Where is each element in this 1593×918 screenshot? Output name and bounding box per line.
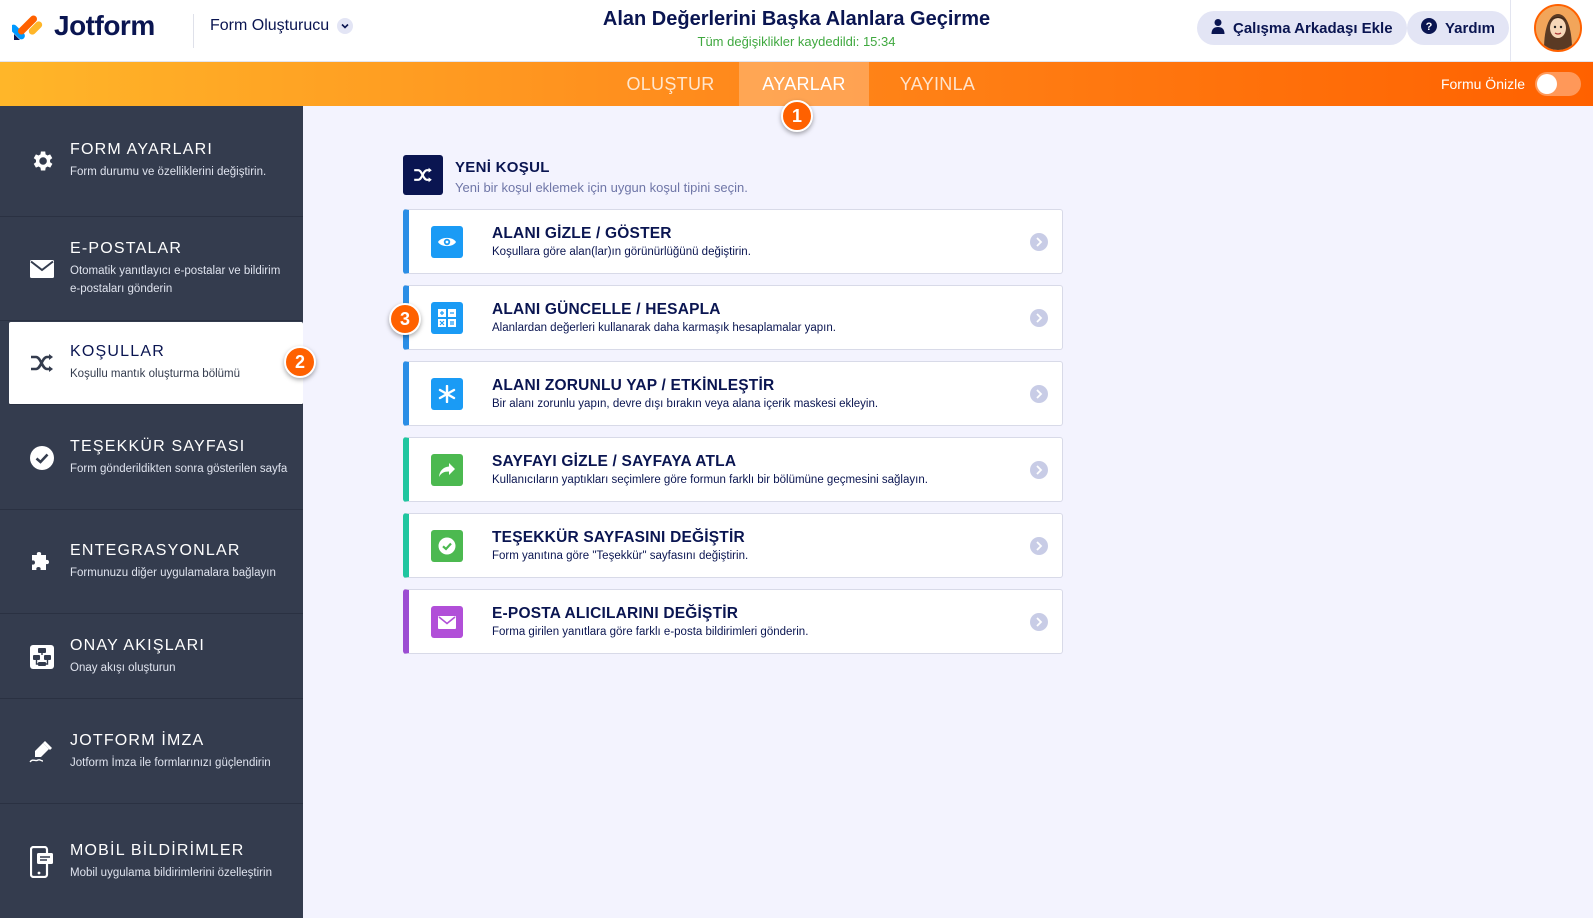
help-icon: ? — [1421, 18, 1437, 38]
mobile-icon — [28, 845, 56, 878]
sidebar-item-title: ENTEGRASYONLAR — [70, 542, 241, 559]
tab-ayarlar[interactable]: AYARLAR — [739, 62, 869, 106]
card-title: ALANI GÜNCELLE / HESAPLA — [492, 301, 721, 318]
sidebar-item-form-settings[interactable]: FORM AYARLARI Form durumu ve özellikleri… — [0, 106, 303, 217]
toggle-knob — [1537, 74, 1557, 94]
sidebar-item-title: KOŞULLAR — [70, 343, 165, 360]
new-condition-title: YENİ KOŞUL — [455, 159, 550, 176]
sidebar-item-thank-you-page[interactable]: TEŞEKKÜR SAYFASI Form gönderildikten son… — [0, 406, 303, 510]
user-icon — [1211, 18, 1225, 38]
share-arrow-icon — [431, 454, 463, 486]
step-badge-1: 1 — [781, 100, 813, 132]
card-desc: Form yanıtına göre "Teşekkür" sayfasını … — [492, 550, 749, 562]
card-desc: Kullanıcıların yaptıkları seçimlere göre… — [492, 474, 928, 486]
svg-text:?: ? — [1426, 21, 1433, 33]
card-title: ALANI ZORUNLU YAP / ETKİNLEŞTİR — [492, 377, 775, 394]
jotform-logo-icon — [10, 10, 44, 42]
card-desc: Alanlardan değerleri kullanarak daha kar… — [492, 322, 836, 334]
envelope-icon — [28, 255, 56, 283]
step-badge-3: 3 — [389, 303, 421, 335]
card-desc: Forma girilen yanıtlara göre farklı e-po… — [492, 626, 809, 638]
chevron-right-icon — [1030, 309, 1048, 327]
condition-card-show-hide[interactable]: ALANI GİZLE / GÖSTER Koşullara göre alan… — [403, 209, 1063, 274]
flow-icon — [28, 643, 56, 671]
sidebar-item-desc: Koşullu mantık oluşturma bölümü — [70, 368, 241, 380]
sidebar-item-desc: Mobil uygulama bildirimlerini özelleştir… — [70, 866, 272, 879]
shuffle-icon — [28, 349, 56, 377]
avatar[interactable] — [1534, 4, 1582, 52]
sidebar-item-desc: Jotform İmza ile formlarınızı güçlendiri… — [70, 756, 271, 769]
card-title: ALANI GİZLE / GÖSTER — [492, 225, 672, 242]
add-collaborator-button[interactable]: Çalışma Arkadaşı Ekle — [1197, 11, 1407, 45]
avatar-divider — [1510, 0, 1511, 62]
condition-card-change-thank-you[interactable]: TEŞEKKÜR SAYFASINI DEĞİŞTİR Form yanıtın… — [403, 513, 1063, 578]
sidebar-item-title: E-POSTALAR — [70, 239, 183, 257]
sidebar-item-desc: Formunuzu diğer uygulamalara bağlayın — [70, 567, 276, 579]
sidebar-item-jotform-sign[interactable]: JOTFORM İMZA Jotform İmza ile formlarını… — [0, 700, 303, 804]
check-circle-icon — [28, 444, 56, 472]
preview-label: Formu Önizle — [1440, 76, 1525, 92]
top-header: Jotform Form Oluşturucu Alan Değerlerini… — [0, 0, 1593, 62]
brand-name: Jotform — [54, 10, 155, 41]
condition-card-update-calculate[interactable]: ALANI GÜNCELLE / HESAPLA Alanlardan değe… — [403, 285, 1063, 350]
add-collaborator-label: Çalışma Arkadaşı Ekle — [1233, 19, 1393, 37]
tab-olustur[interactable]: OLUŞTUR — [611, 62, 730, 106]
step-badge-2: 2 — [284, 346, 316, 378]
card-title: TEŞEKKÜR SAYFASINI DEĞİŞTİR — [492, 529, 745, 546]
chevron-right-icon — [1030, 613, 1048, 631]
tab-yayinla[interactable]: YAYINLA — [880, 62, 995, 106]
sidebar-item-title: TEŞEKKÜR SAYFASI — [70, 437, 246, 455]
card-title: SAYFAYI GİZLE / SAYFAYA ATLA — [492, 453, 737, 470]
calculator-icon — [431, 302, 463, 334]
signature-pen-icon — [28, 738, 56, 766]
chevron-right-icon — [1030, 537, 1048, 555]
sidebar-item-desc: Otomatik yanıtlayıcı e-postalar ve bildi… — [70, 264, 281, 295]
chevron-right-icon — [1030, 233, 1048, 251]
sidebar-item-title: FORM AYARLARI — [70, 141, 214, 158]
help-button[interactable]: ? Yardım — [1407, 11, 1510, 45]
preview-toggle[interactable] — [1535, 72, 1581, 96]
sidebar-item-desc: Form gönderildikten sonra gösterilen say… — [70, 462, 288, 475]
sidebar-item-title: ONAY AKIŞLARI — [70, 636, 206, 654]
form-builder-label: Form Oluşturucu — [210, 17, 330, 34]
card-title: E-POSTA ALICILARINI DEĞİŞTİR — [492, 605, 739, 622]
chevron-right-icon — [1030, 461, 1048, 479]
envelope-icon — [431, 606, 463, 638]
sidebar-item-desc: Onay akışı oluşturun — [70, 661, 176, 674]
form-builder-dropdown[interactable]: Form Oluşturucu — [210, 17, 354, 35]
eye-icon — [431, 226, 463, 258]
header-divider — [193, 14, 194, 48]
shuffle-icon — [403, 155, 443, 195]
help-label: Yardım — [1445, 19, 1496, 37]
check-icon — [431, 530, 463, 562]
sidebar-item-conditions[interactable]: KOŞULLAR Koşullu mantık oluşturma bölümü — [9, 322, 303, 405]
asterisk-icon — [431, 378, 463, 410]
puzzle-icon — [28, 548, 56, 576]
sidebar-item-approval-flows[interactable]: ONAY AKIŞLARI Onay akışı oluşturun — [0, 615, 303, 699]
sidebar-item-emails[interactable]: E-POSTALAR Otomatik yanıtlayıcı e-postal… — [0, 217, 303, 321]
jotform-logo[interactable]: Jotform — [10, 10, 155, 42]
condition-card-require-enable[interactable]: ALANI ZORUNLU YAP / ETKİNLEŞTİR Bir alan… — [403, 361, 1063, 426]
condition-card-change-email-recipients[interactable]: E-POSTA ALICILARINI DEĞİŞTİR Forma giril… — [403, 589, 1063, 654]
chevron-down-icon — [337, 18, 354, 34]
sidebar-item-desc: Form durumu ve özelliklerini değiştirin. — [70, 166, 267, 178]
new-condition-subtitle: Yeni bir koşul eklemek için uygun koşul … — [455, 180, 748, 195]
sidebar-item-integrations[interactable]: ENTEGRASYONLAR Formunuzu diğer uygulamal… — [0, 511, 303, 614]
chevron-right-icon — [1030, 385, 1048, 403]
form-preview-control: Formu Önizle — [1441, 72, 1581, 96]
settings-sidebar: FORM AYARLARI Form durumu ve özellikleri… — [0, 106, 303, 918]
card-desc: Bir alanı zorunlu yapın, devre dışı bıra… — [492, 398, 879, 410]
gear-icon — [28, 147, 56, 175]
sidebar-item-title: JOTFORM İMZA — [70, 731, 205, 749]
sidebar-item-mobile-notifications[interactable]: MOBİL BİLDİRİMLER Mobil uygulama bildiri… — [0, 805, 303, 918]
sidebar-item-title: MOBİL BİLDİRİMLER — [70, 841, 245, 859]
condition-card-skip-page[interactable]: SAYFAYI GİZLE / SAYFAYA ATLA Kullanıcıla… — [403, 437, 1063, 502]
card-desc: Koşullara göre alan(lar)ın görünürlüğünü… — [492, 246, 751, 258]
